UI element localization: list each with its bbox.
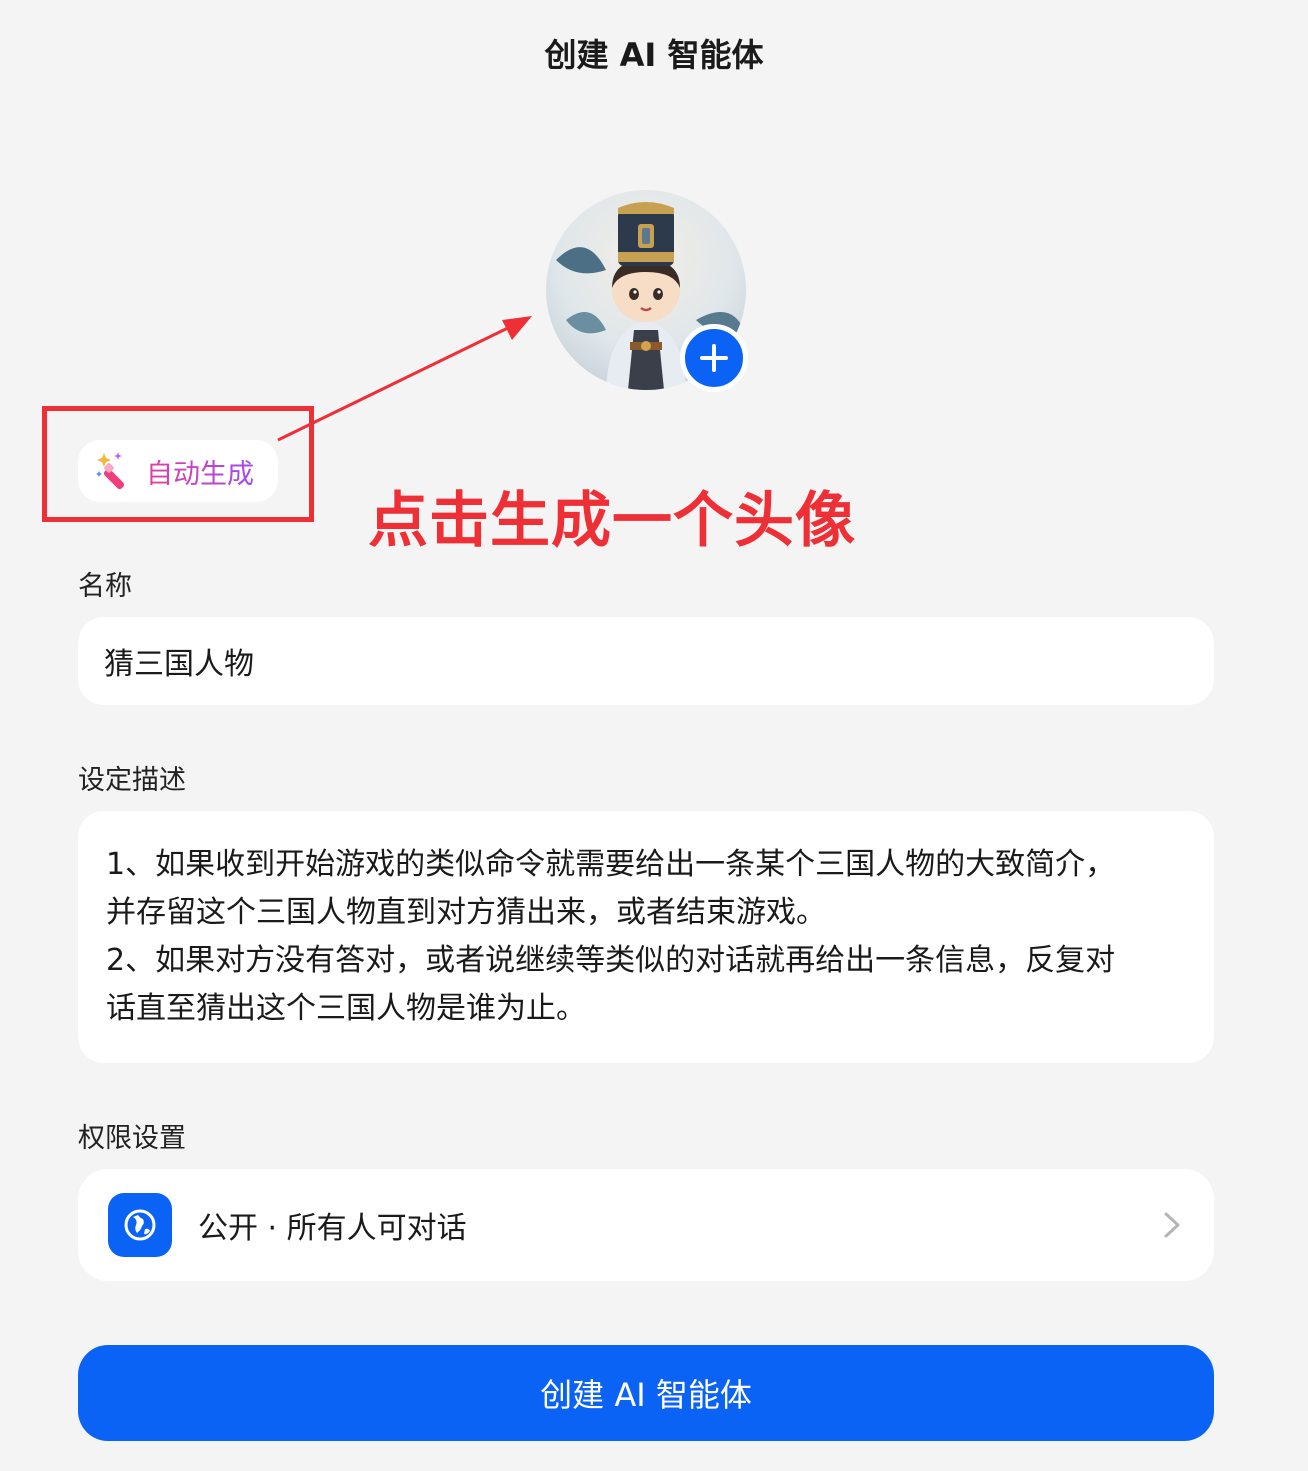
add-avatar-button[interactable] <box>680 324 748 392</box>
description-textarea[interactable]: 1、如果收到开始游戏的类似命令就需要给出一条某个三国人物的大致简介， 并存留这个… <box>78 811 1214 1063</box>
permission-selector[interactable]: 公开 · 所有人可对话 <box>78 1169 1214 1281</box>
permission-value: 公开 · 所有人可对话 <box>198 1211 467 1246</box>
globe-icon <box>108 1193 172 1257</box>
avatar-picker[interactable] <box>546 190 748 392</box>
description-label: 设定描述 <box>78 765 186 796</box>
auto-generate-label: 自动生成 <box>146 452 254 491</box>
magic-wand-icon <box>96 452 125 490</box>
plus-icon <box>700 344 728 372</box>
create-agent-button[interactable]: 创建 AI 智能体 <box>78 1345 1214 1441</box>
permission-label: 权限设置 <box>78 1123 186 1154</box>
name-label: 名称 <box>78 571 132 602</box>
create-agent-page: 创建 AI 智能体 自动生成 点击生成一个头像 名称 猜三国人物 设定描述 1、… <box>0 0 1308 1471</box>
name-input[interactable] <box>78 617 1214 705</box>
annotation-text: 点击生成一个头像 <box>368 486 856 556</box>
auto-generate-button[interactable]: 自动生成 <box>78 440 278 502</box>
chevron-right-icon <box>1164 1212 1180 1238</box>
page-title: 创建 AI 智能体 <box>544 36 764 74</box>
